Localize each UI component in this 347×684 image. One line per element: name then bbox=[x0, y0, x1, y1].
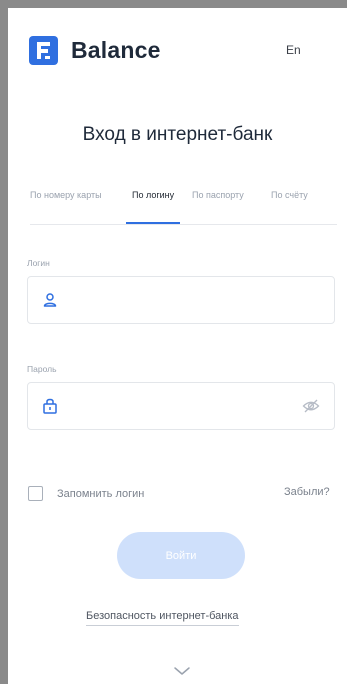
active-tab-indicator bbox=[126, 222, 180, 224]
login-method-tabs: По номеру карты По логину По паспорту По… bbox=[30, 186, 337, 226]
tab-passport[interactable]: По паспорту bbox=[192, 190, 244, 200]
remember-login[interactable]: Запомнить логин bbox=[28, 486, 144, 501]
login-label: Логин bbox=[27, 258, 50, 268]
lock-icon bbox=[43, 398, 57, 414]
login-page: Balance En Вход в интернет-банк По номер… bbox=[8, 8, 347, 684]
page-title: Вход в интернет-банк bbox=[82, 124, 273, 145]
eye-off-icon[interactable] bbox=[302, 398, 320, 414]
tab-login[interactable]: По логину bbox=[132, 190, 174, 200]
forgot-link[interactable]: Забыли? bbox=[284, 486, 330, 498]
tab-card-number[interactable]: По номеру карты bbox=[30, 190, 102, 200]
header: Balance En bbox=[8, 8, 347, 88]
login-input[interactable] bbox=[27, 276, 335, 324]
tab-account[interactable]: По счёту bbox=[271, 190, 308, 200]
remember-checkbox[interactable] bbox=[28, 486, 43, 501]
language-switch[interactable]: En bbox=[286, 43, 301, 57]
chevron-down-icon[interactable] bbox=[173, 666, 191, 676]
tabs-divider bbox=[30, 224, 337, 225]
user-icon bbox=[43, 293, 57, 307]
logo-icon bbox=[29, 36, 58, 65]
brand-logo[interactable]: Balance bbox=[29, 36, 161, 65]
brand-name: Balance bbox=[71, 37, 161, 63]
login-button[interactable]: Войти bbox=[117, 532, 245, 579]
security-link[interactable]: Безопасность интернет-банка bbox=[86, 610, 239, 626]
remember-label: Запомнить логин bbox=[57, 487, 145, 500]
password-input[interactable] bbox=[27, 382, 335, 430]
password-label: Пароль bbox=[27, 364, 57, 374]
